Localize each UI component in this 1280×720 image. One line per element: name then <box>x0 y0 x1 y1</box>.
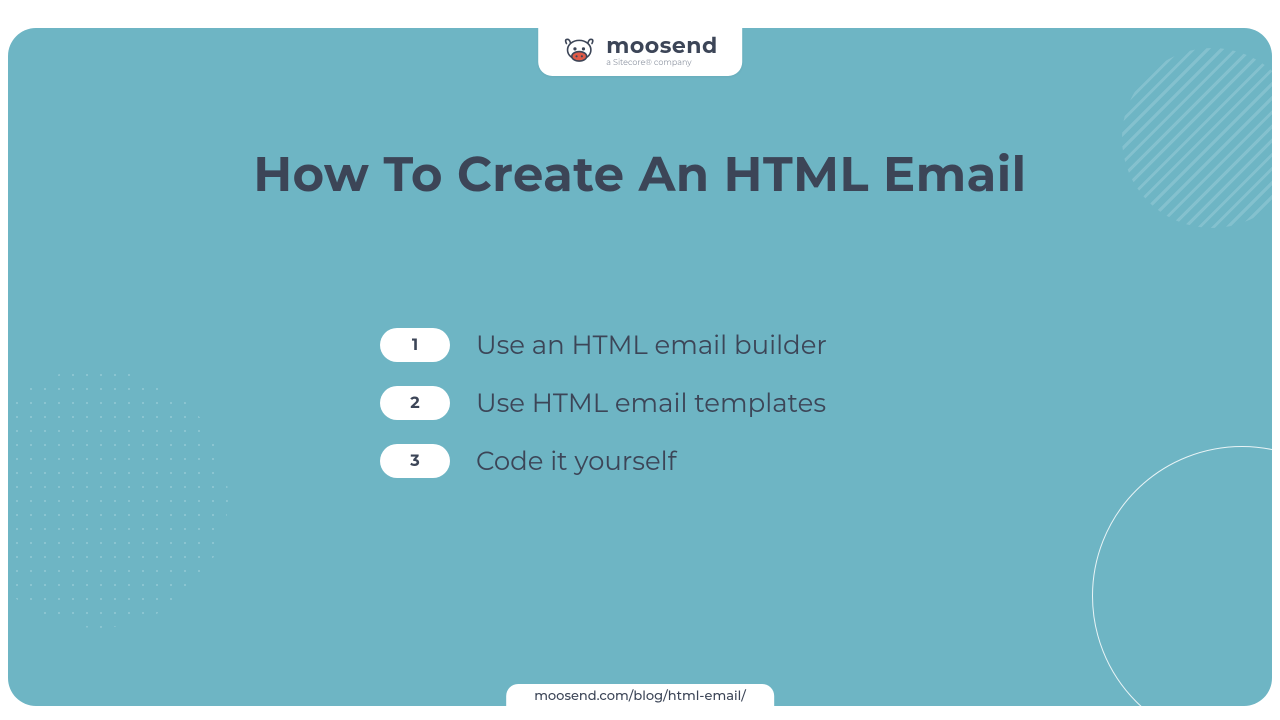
brand-name: moosend <box>606 35 718 57</box>
steps-list: 1 Use an HTML email builder 2 Use HTML e… <box>8 328 1272 478</box>
list-item: 1 Use an HTML email builder <box>380 328 900 362</box>
slide-canvas: moosend a Sitecore® company How To Creat… <box>0 0 1280 720</box>
list-item: 2 Use HTML email templates <box>380 386 900 420</box>
decorative-ring <box>1092 446 1272 706</box>
step-text: Use HTML email templates <box>476 387 826 419</box>
brand-text: moosend a Sitecore® company <box>606 35 718 67</box>
brand-logo-tab: moosend a Sitecore® company <box>538 28 742 76</box>
slide-title: How To Create An HTML Email <box>8 146 1272 204</box>
brand-tagline: a Sitecore® company <box>606 59 718 67</box>
step-text: Code it yourself <box>476 445 676 477</box>
step-text: Use an HTML email builder <box>476 329 827 361</box>
step-number-badge: 2 <box>380 386 450 420</box>
footer-url: moosend.com/blog/html-email/ <box>506 684 774 706</box>
slide-card: moosend a Sitecore® company How To Creat… <box>8 28 1272 706</box>
step-number-badge: 3 <box>380 444 450 478</box>
list-item: 3 Code it yourself <box>380 444 900 478</box>
moosend-cow-icon <box>562 34 596 68</box>
step-number-badge: 1 <box>380 328 450 362</box>
